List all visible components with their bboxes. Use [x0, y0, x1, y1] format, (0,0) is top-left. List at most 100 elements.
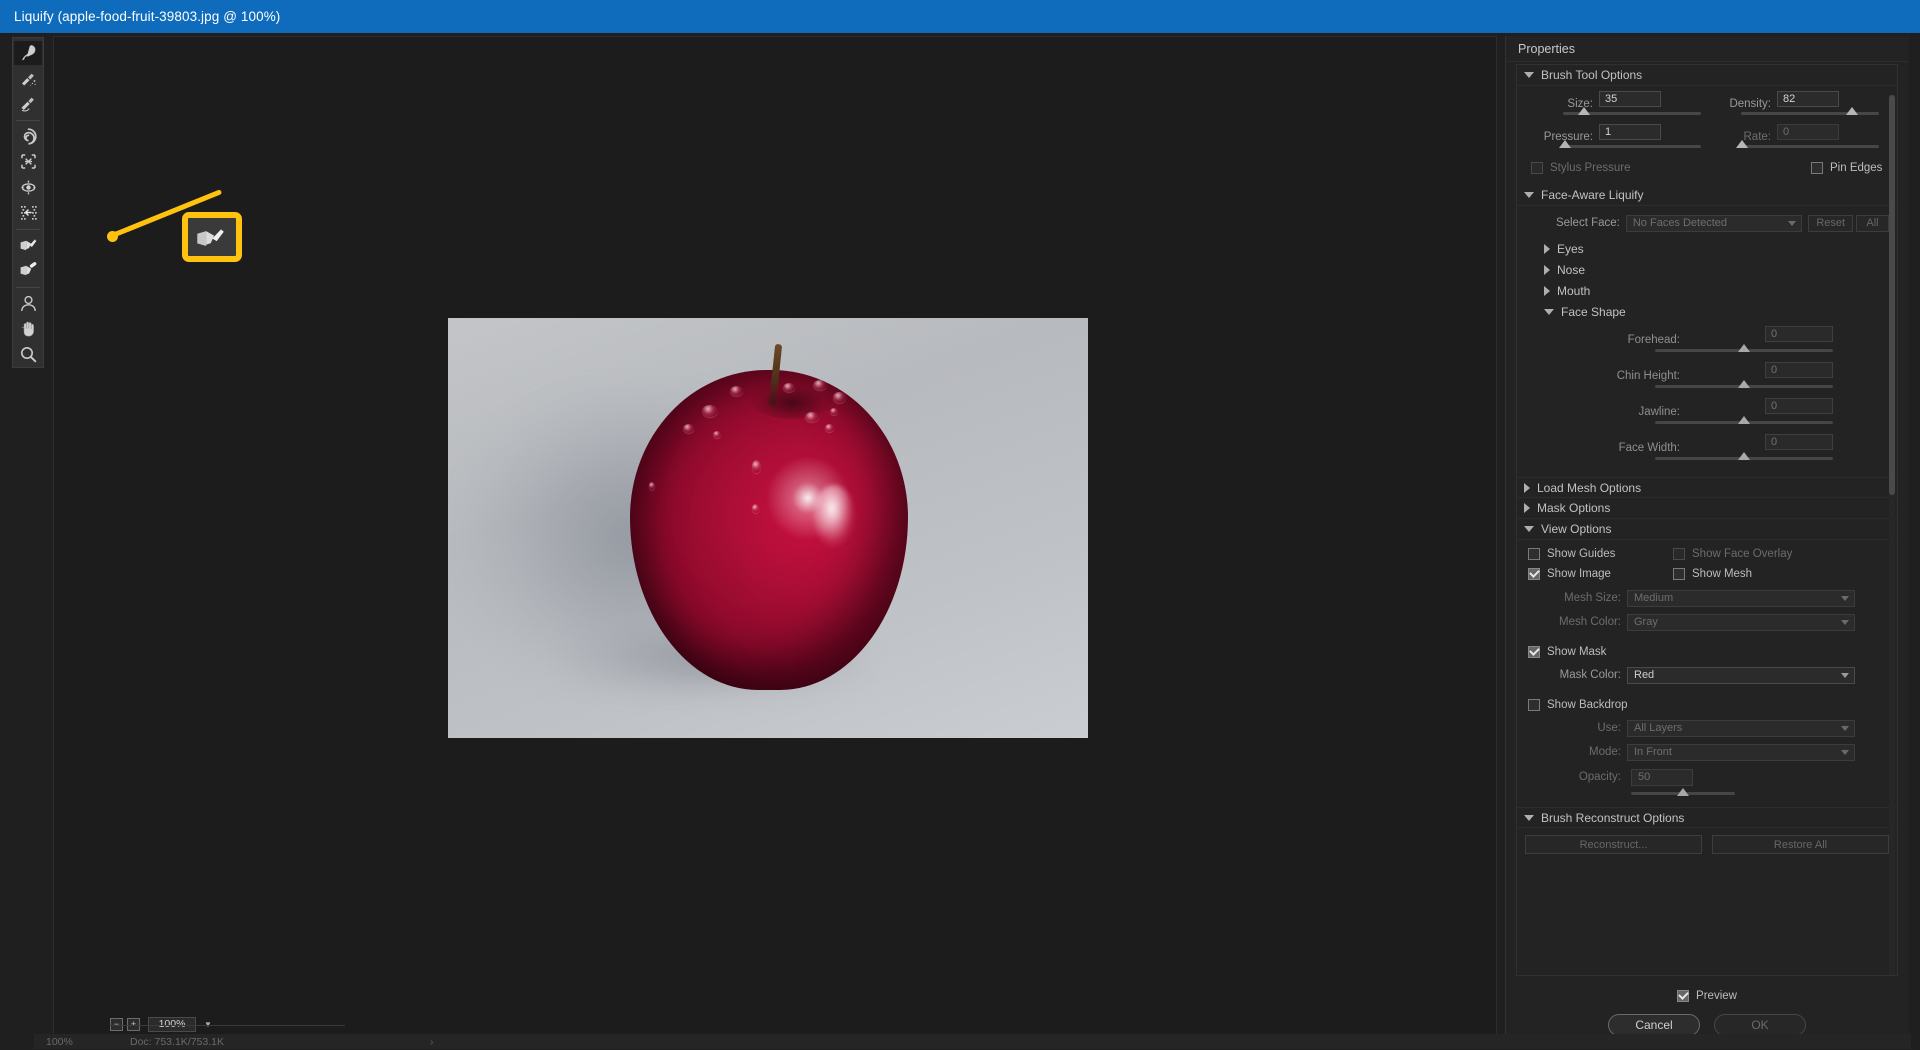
show-image-checkbox[interactable] — [1528, 568, 1540, 580]
show-backdrop-checkbox[interactable] — [1528, 699, 1540, 711]
reconstruct-button[interactable]: Reconstruct... — [1525, 835, 1702, 854]
stylus-pressure-checkbox[interactable] — [1531, 162, 1543, 174]
backdrop-mode-label: Mode: — [1589, 746, 1621, 758]
density-slider-track[interactable] — [1741, 112, 1879, 115]
cancel-button[interactable]: Cancel — [1608, 1014, 1700, 1036]
subsection-nose[interactable]: Nose — [1525, 259, 1889, 280]
chin-height-control[interactable]: Chin Height: 0 — [1525, 362, 1889, 398]
mask-color-value: Red — [1634, 669, 1655, 681]
stylus-pin-row: Stylus Pressure Pin Edges — [1525, 158, 1889, 178]
tool-push-left[interactable] — [14, 201, 42, 225]
subsection-eyes[interactable]: Eyes — [1525, 238, 1889, 259]
tool-zoom[interactable] — [14, 342, 42, 366]
show-mesh-checkbox[interactable] — [1673, 568, 1685, 580]
section-label: Brush Tool Options — [1541, 68, 1643, 82]
section-brush-tool-options[interactable]: Brush Tool Options — [1517, 65, 1897, 86]
tool-hand[interactable] — [14, 317, 42, 341]
section-load-mesh-options[interactable]: Load Mesh Options — [1517, 477, 1897, 498]
preview-image[interactable] — [448, 318, 1088, 738]
pressure-input[interactable]: 1 — [1599, 124, 1661, 140]
jawline-input[interactable]: 0 — [1765, 398, 1833, 414]
density-input[interactable]: 82 — [1777, 91, 1839, 107]
rate-input[interactable]: 0 — [1777, 124, 1839, 140]
density-slider-thumb[interactable] — [1846, 107, 1858, 115]
chin-height-input[interactable]: 0 — [1765, 362, 1833, 378]
ok-button[interactable]: OK — [1714, 1014, 1806, 1036]
forehead-input[interactable]: 0 — [1765, 326, 1833, 342]
mesh-color-dropdown[interactable]: Gray — [1627, 613, 1855, 631]
backdrop-mode-dropdown[interactable]: In Front — [1627, 743, 1855, 761]
rate-slider-track[interactable] — [1741, 145, 1879, 148]
tool-twirl-clockwise[interactable] — [14, 124, 42, 148]
liquify-canvas[interactable]: − + 100% ▼ — [53, 36, 1497, 1042]
face-width-slider-thumb[interactable] — [1738, 452, 1750, 460]
chevron-down-icon[interactable]: ▼ — [200, 1017, 216, 1032]
zoom-in-button[interactable]: + — [127, 1017, 140, 1031]
subsection-face-shape[interactable]: Face Shape — [1525, 301, 1889, 322]
canvas-zoom-controls: − + 100% ▼ — [110, 1015, 345, 1033]
subsection-mouth[interactable]: Mouth — [1525, 280, 1889, 301]
mesh-color-row: Mesh Color: Gray — [1525, 611, 1889, 633]
show-guides-checkbox[interactable] — [1528, 548, 1540, 560]
density-control[interactable]: Density: 82 — [1703, 91, 1881, 124]
show-face-overlay-checkbox[interactable] — [1673, 548, 1685, 560]
rate-slider-thumb[interactable] — [1736, 140, 1748, 148]
properties-scroll-region[interactable]: Brush Tool Options Size: 35 Density: 82 — [1516, 64, 1898, 976]
water-droplet — [702, 405, 719, 418]
forehead-slider-thumb[interactable] — [1738, 344, 1750, 352]
preview-checkbox[interactable] — [1677, 990, 1690, 1002]
backdrop-opacity-slider[interactable] — [1525, 788, 1889, 800]
show-mesh-row[interactable]: Show Mesh — [1673, 564, 1752, 584]
backdrop-opacity-input[interactable]: 50 — [1631, 768, 1693, 786]
jawline-slider-thumb[interactable] — [1738, 416, 1750, 424]
show-backdrop-row[interactable]: Show Backdrop — [1525, 695, 1889, 715]
backdrop-opacity-slider-thumb[interactable] — [1677, 788, 1689, 796]
jawline-control[interactable]: Jawline: 0 — [1525, 398, 1889, 434]
tool-freeze-mask[interactable] — [14, 233, 42, 257]
properties-panel: Properties Brush Tool Options Size: 35 D… — [1505, 36, 1909, 1042]
section-mask-options[interactable]: Mask Options — [1517, 498, 1897, 519]
tool-forward-warp[interactable] — [14, 41, 42, 65]
zoom-level-value[interactable]: 100% — [148, 1016, 196, 1032]
all-faces-button[interactable]: All — [1856, 214, 1889, 232]
show-mask-row[interactable]: Show Mask — [1525, 642, 1889, 662]
section-label: Mask Options — [1537, 501, 1611, 515]
tool-pucker[interactable] — [14, 150, 42, 174]
rate-control[interactable]: Rate: 0 — [1703, 124, 1881, 157]
show-face-overlay-row[interactable]: Show Face Overlay — [1673, 544, 1792, 564]
pressure-slider-track[interactable] — [1563, 145, 1701, 148]
mesh-size-dropdown[interactable]: Medium — [1627, 589, 1855, 607]
show-mask-checkbox[interactable] — [1528, 646, 1540, 658]
tool-bloat[interactable] — [14, 176, 42, 200]
stylus-pressure-row[interactable]: Stylus Pressure — [1525, 158, 1811, 178]
size-input[interactable]: 35 — [1599, 91, 1661, 107]
reset-face-button[interactable]: Reset — [1808, 214, 1854, 232]
tool-thaw-mask[interactable] — [14, 259, 42, 283]
properties-scrollbar-thumb[interactable] — [1889, 95, 1895, 495]
face-width-input[interactable]: 0 — [1765, 434, 1833, 450]
tool-reconstruct[interactable] — [14, 67, 42, 91]
show-guides-row[interactable]: Show Guides — [1525, 544, 1673, 564]
section-view-options[interactable]: View Options — [1517, 519, 1897, 540]
section-face-aware-liquify[interactable]: Face-Aware Liquify — [1517, 185, 1897, 206]
backdrop-use-value: All Layers — [1634, 722, 1683, 734]
pin-edges-row[interactable]: Pin Edges — [1811, 158, 1882, 178]
section-brush-reconstruct-options[interactable]: Brush Reconstruct Options — [1517, 807, 1897, 828]
chin-height-slider-thumb[interactable] — [1738, 380, 1750, 388]
pressure-control[interactable]: Pressure: 1 — [1525, 124, 1703, 157]
tool-face[interactable] — [14, 291, 42, 315]
mask-color-dropdown[interactable]: Red — [1627, 666, 1855, 684]
face-width-control[interactable]: Face Width: 0 — [1525, 434, 1889, 470]
forehead-control[interactable]: Forehead: 0 — [1525, 326, 1889, 362]
preview-row[interactable]: Preview — [1516, 984, 1898, 1008]
zoom-out-button[interactable]: − — [110, 1017, 123, 1031]
size-slider-thumb[interactable] — [1578, 107, 1590, 115]
show-image-row[interactable]: Show Image — [1525, 564, 1673, 584]
pressure-slider-thumb[interactable] — [1559, 140, 1571, 148]
select-face-dropdown[interactable]: No Faces Detected — [1625, 214, 1803, 232]
pin-edges-checkbox[interactable] — [1811, 162, 1823, 174]
size-control[interactable]: Size: 35 — [1525, 91, 1703, 124]
backdrop-use-dropdown[interactable]: All Layers — [1627, 719, 1855, 737]
restore-all-button[interactable]: Restore All — [1712, 835, 1889, 854]
tool-smooth[interactable] — [14, 92, 42, 116]
